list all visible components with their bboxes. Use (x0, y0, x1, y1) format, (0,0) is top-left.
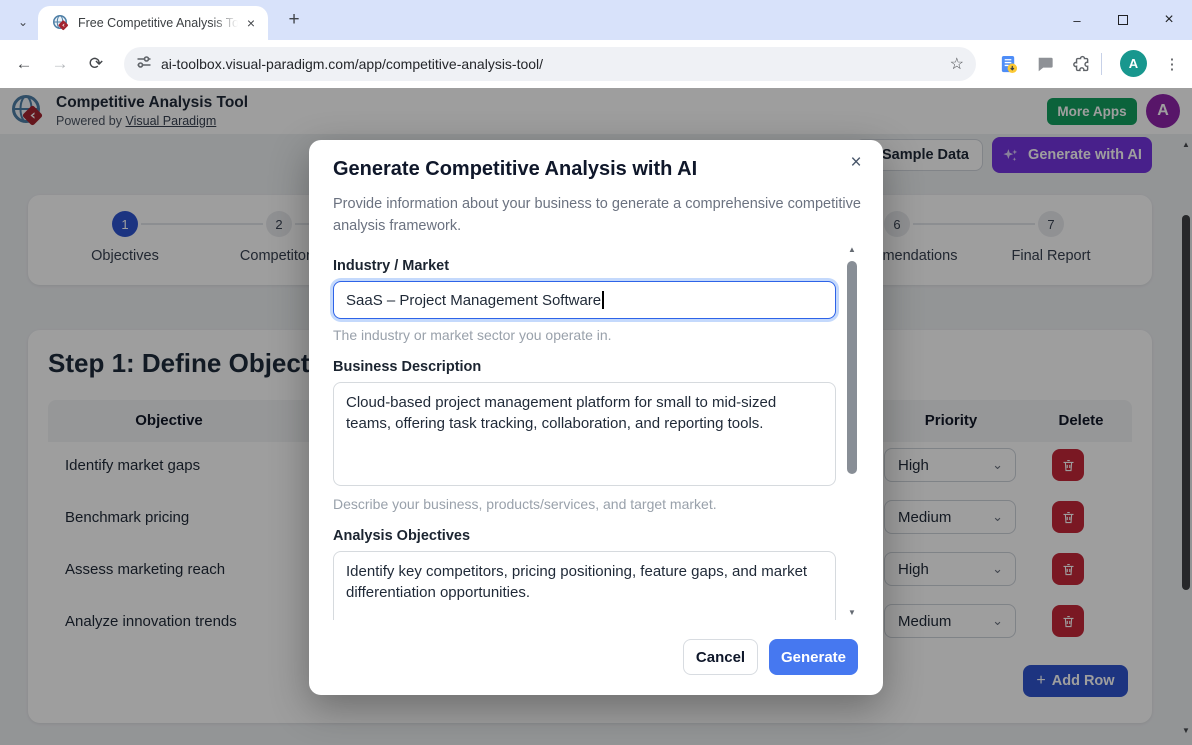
comment-bubble-icon[interactable] (1033, 52, 1057, 76)
modal-subtitle: Provide information about your business … (333, 194, 867, 238)
site-settings-icon[interactable] (136, 54, 152, 75)
window-controls: – × (1054, 0, 1192, 40)
forward-icon[interactable]: → (48, 52, 72, 76)
industry-label: Industry / Market (333, 258, 836, 274)
extensions-puzzle-icon[interactable] (1070, 52, 1094, 76)
modal-scroll-up-icon[interactable]: ▲ (846, 245, 858, 254)
browser-tab[interactable]: Free Competitive Analysis Tool × (38, 6, 268, 40)
tab-close-icon[interactable]: × (242, 14, 260, 32)
reload-icon[interactable]: ⟳ (84, 52, 108, 76)
browser-profile-avatar[interactable]: A (1120, 50, 1147, 77)
analysis-objectives-label: Analysis Objectives (333, 528, 836, 544)
window-maximize-button[interactable] (1100, 0, 1146, 40)
modal-scrollbar[interactable]: ▲ ▼ (846, 245, 858, 617)
analysis-objectives-textarea[interactable]: Identify key competitors, pricing positi… (333, 551, 836, 620)
cancel-button[interactable]: Cancel (683, 639, 758, 675)
modal-close-icon[interactable]: × (843, 150, 869, 176)
industry-help: The industry or market sector you operat… (333, 327, 836, 343)
tab-favicon (52, 14, 70, 32)
browser-toolbar: ← → ⟳ ai-toolbox.visual-paradigm.com/app… (0, 40, 1192, 88)
new-tab-button[interactable]: + (282, 8, 306, 32)
address-bar[interactable]: ai-toolbox.visual-paradigm.com/app/compe… (124, 47, 976, 81)
window-close-button[interactable]: × (1146, 0, 1192, 40)
browser-titlebar: ⌄ Free Competitive Analysis Tool × + – × (0, 0, 1192, 40)
business-description-textarea[interactable]: Cloud-based project management platform … (333, 382, 836, 486)
generate-analysis-modal: Generate Competitive Analysis with AI × … (309, 140, 883, 695)
industry-value: SaaS – Project Management Software (346, 292, 601, 309)
generate-button[interactable]: Generate (769, 639, 858, 675)
modal-footer: Cancel Generate (683, 639, 858, 675)
browser-menu-kebab-icon[interactable]: ⋮ (1160, 52, 1184, 76)
page-viewport: Competitive Analysis Tool Powered by Vis… (0, 88, 1192, 745)
back-icon[interactable]: ← (12, 52, 36, 76)
modal-form-body: Industry / Market SaaS – Project Managem… (309, 245, 883, 620)
tab-title: Free Competitive Analysis Tool (78, 15, 238, 31)
extension-doc-download-icon[interactable] (996, 52, 1020, 76)
industry-input[interactable]: SaaS – Project Management Software (333, 281, 836, 319)
toolbar-divider (1101, 53, 1102, 75)
window-minimize-button[interactable]: – (1054, 0, 1100, 40)
bookmark-star-icon[interactable]: ☆ (950, 54, 964, 74)
tab-list-chevron-icon[interactable]: ⌄ (10, 9, 36, 35)
url-text[interactable]: ai-toolbox.visual-paradigm.com/app/compe… (161, 56, 942, 72)
business-description-label: Business Description (333, 359, 836, 375)
text-caret (602, 291, 604, 309)
modal-scroll-down-icon[interactable]: ▼ (846, 608, 858, 617)
modal-scrollbar-thumb[interactable] (847, 261, 857, 474)
modal-title: Generate Competitive Analysis with AI (333, 158, 697, 181)
maximize-icon (1118, 15, 1128, 25)
business-description-help: Describe your business, products/service… (333, 496, 836, 512)
